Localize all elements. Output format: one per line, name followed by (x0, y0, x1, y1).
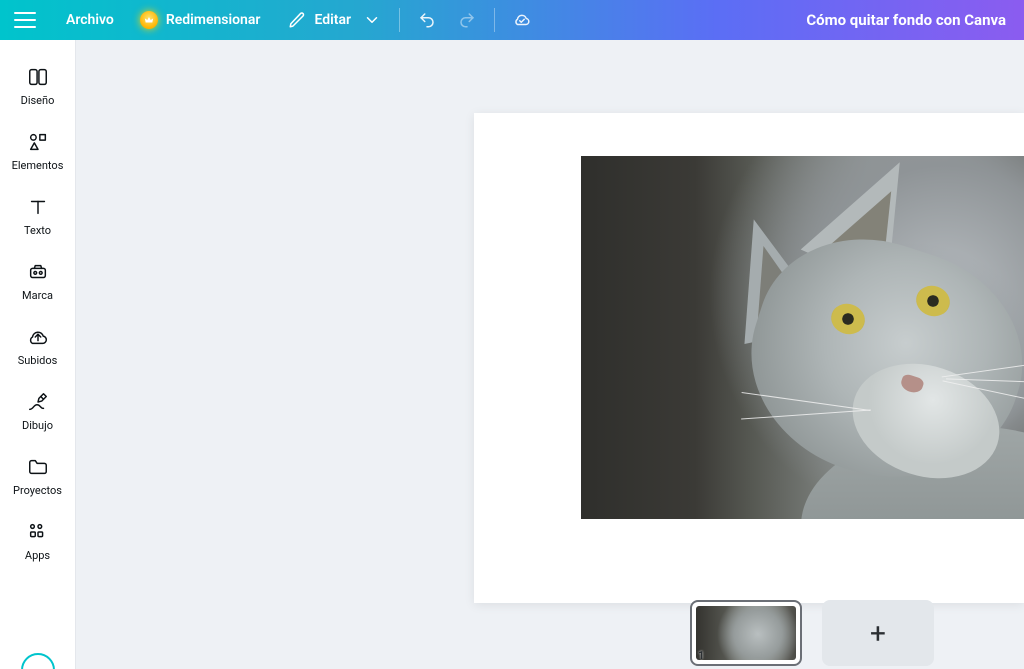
sidebar-item-label: Apps (25, 549, 50, 562)
add-circle-icon (21, 653, 55, 669)
separator (399, 8, 400, 32)
edit-label: Editar (314, 12, 351, 28)
file-menu[interactable]: Archivo (66, 12, 114, 28)
design-page[interactable] (474, 113, 1024, 603)
sidebar-item-label: Texto (24, 224, 51, 237)
sidebar-item-text[interactable]: Texto (0, 190, 75, 243)
add-page-button[interactable]: + (822, 600, 934, 666)
selected-image[interactable] (581, 156, 1024, 519)
sidebar-item-label: Dibujo (22, 419, 53, 432)
brand-icon (27, 261, 49, 283)
page-thumbnail[interactable]: 1 (690, 600, 802, 666)
thumbnail-number: 1 (698, 649, 704, 662)
chevron-down-icon (363, 11, 381, 29)
layout-icon (27, 66, 49, 88)
canvas-stage[interactable]: 1 + (76, 40, 1024, 669)
left-sidebar: Diseño Elementos Texto Marca Subidos Dib… (0, 40, 76, 669)
cloud-sync-button[interactable] (513, 11, 531, 29)
sidebar-item-draw[interactable]: Dibujo (0, 385, 75, 438)
sidebar-item-label: Elementos (12, 159, 64, 172)
sidebar-item-label: Subidos (18, 354, 58, 367)
pencil-icon (288, 11, 306, 29)
separator (494, 8, 495, 32)
text-icon (27, 196, 49, 218)
edit-menu[interactable]: Editar (288, 11, 381, 29)
folder-icon (27, 456, 49, 478)
redo-icon (458, 11, 476, 29)
hamburger-menu-icon[interactable] (14, 9, 36, 31)
sidebar-item-design[interactable]: Diseño (0, 60, 75, 113)
redo-button (458, 11, 476, 29)
resize-label: Redimensionar (166, 12, 261, 28)
file-menu-label: Archivo (66, 12, 114, 28)
sidebar-item-uploads[interactable]: Subidos (0, 320, 75, 373)
sidebar-item-label: Marca (22, 289, 53, 302)
apps-icon (27, 521, 49, 543)
resize-button[interactable]: Redimensionar (140, 11, 261, 29)
plus-icon: + (870, 617, 886, 650)
sidebar-item-extra[interactable] (0, 647, 75, 669)
sidebar-item-elements[interactable]: Elementos (0, 125, 75, 178)
shapes-icon (27, 131, 49, 153)
undo-button[interactable] (418, 11, 436, 29)
sidebar-item-label: Diseño (21, 94, 55, 107)
sidebar-item-projects[interactable]: Proyectos (0, 450, 75, 503)
draw-icon (27, 391, 49, 413)
sidebar-item-brand[interactable]: Marca (0, 255, 75, 308)
sidebar-item-apps[interactable]: Apps (0, 515, 75, 568)
page-thumbnails: 1 + (690, 600, 934, 666)
top-toolbar: Archivo Redimensionar Editar Cómo quitar… (0, 0, 1024, 40)
cloud-upload-icon (27, 326, 49, 348)
thumbnail-image (696, 606, 796, 660)
undo-icon (418, 11, 436, 29)
sidebar-item-label: Proyectos (13, 484, 62, 497)
cloud-check-icon (513, 11, 531, 29)
crown-icon (140, 11, 158, 29)
document-title[interactable]: Cómo quitar fondo con Canva (806, 11, 1006, 29)
